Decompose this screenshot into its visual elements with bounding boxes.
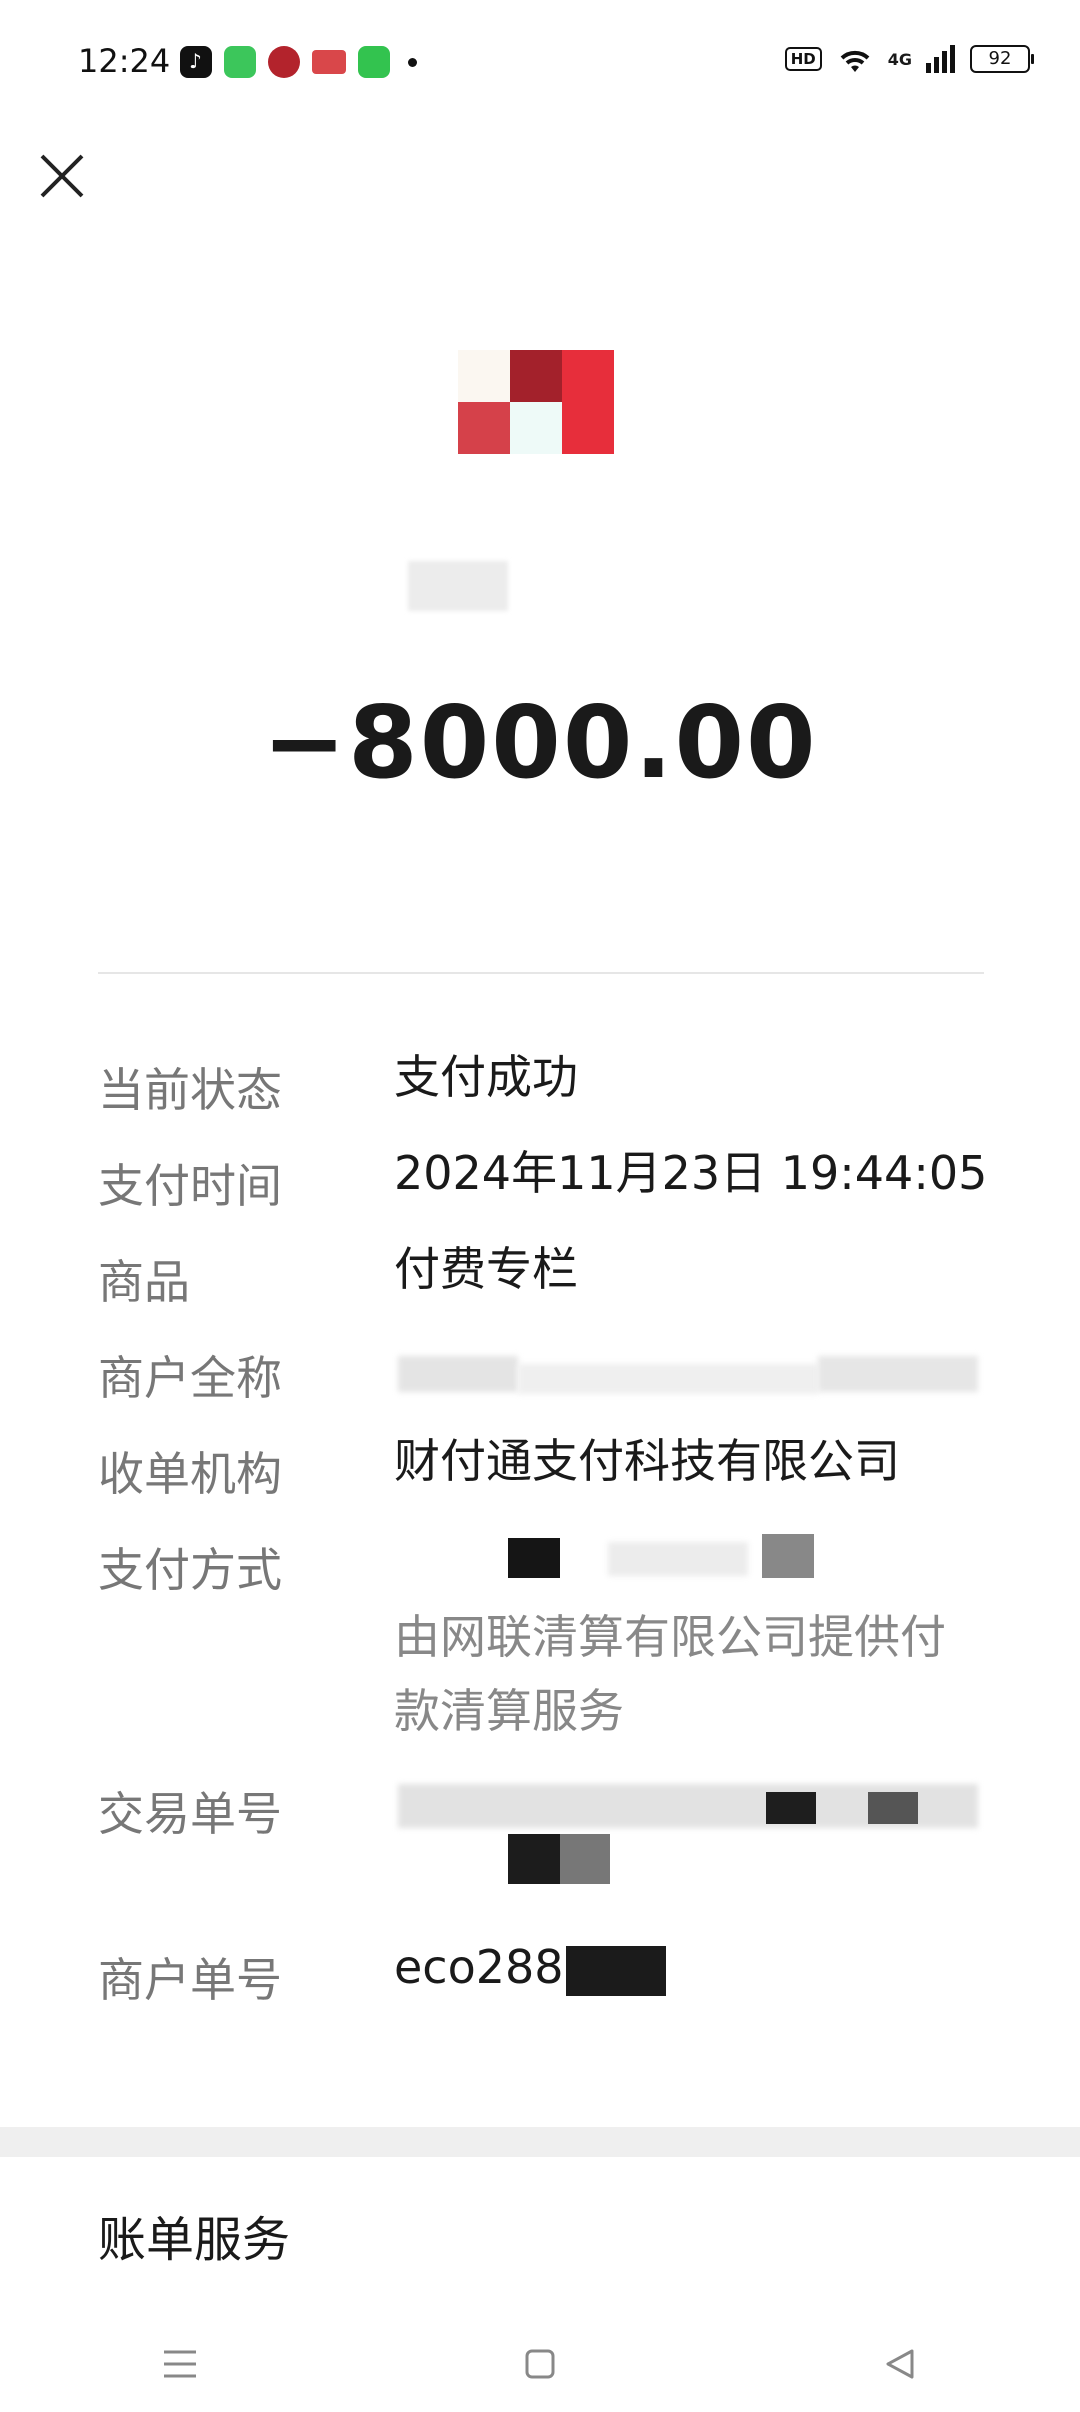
merchant-no-redacted <box>565 1945 666 1996</box>
close-icon <box>40 154 84 198</box>
more-notifications-dot <box>408 57 417 67</box>
divider <box>98 972 984 974</box>
bank-icon <box>268 46 300 78</box>
tiktok-icon: ♪ <box>180 46 212 78</box>
time-value: 2024年11月23日 19:44:05 <box>394 1146 988 1200</box>
back-triangle-icon <box>886 2349 914 2379</box>
close-button[interactable] <box>34 148 90 204</box>
merchant-name-redacted <box>408 561 508 611</box>
message-icon <box>358 46 390 78</box>
news-icon <box>312 50 346 74</box>
home-button[interactable] <box>510 2334 570 2394</box>
merchant-logo <box>458 350 614 460</box>
transaction-amount: −8000.00 <box>262 684 818 801</box>
bill-service-title[interactable]: 账单服务 <box>98 2200 290 2270</box>
merchant-label: 商户全称 <box>98 1351 282 1405</box>
merchant-no-visible: eco288 <box>394 1940 564 1994</box>
system-icons: HD 4G 92 <box>784 44 1034 74</box>
navigation-bar <box>0 2316 1080 2412</box>
status-value: 支付成功 <box>394 1050 578 1104</box>
goods-label: 商品 <box>98 1255 190 1309</box>
status-time: 12:24 <box>78 42 171 80</box>
detail-row-pay-method: 支付方式 由网联清算有限公司提供付款清算服务 <box>98 1534 984 1738</box>
pay-method-note: 由网联清算有限公司提供付款清算服务 <box>394 1610 946 1738</box>
wifi-icon <box>840 50 870 72</box>
menu-icon <box>164 2350 196 2378</box>
goods-value: 付费专栏 <box>394 1242 578 1296</box>
battery-icon: 92 <box>970 45 1034 73</box>
acquirer-value: 财付通支付科技有限公司 <box>394 1434 900 1488</box>
green-app-icon <box>224 46 256 78</box>
time-label: 支付时间 <box>98 1159 282 1213</box>
battery-level: 92 <box>988 48 1012 69</box>
network-type: 4G <box>887 49 912 69</box>
status-bar: 12:24 ♪ HD 4G 92 <box>0 0 1080 120</box>
detail-row-transaction-no: 交易单号 <box>98 1778 984 1898</box>
section-divider <box>0 2127 1080 2157</box>
merchant-no-value: eco288 <box>394 1930 994 2004</box>
menu-button[interactable] <box>150 2334 210 2394</box>
hd-icon: HD <box>784 47 822 71</box>
notification-icons: ♪ <box>180 46 417 78</box>
back-button[interactable] <box>870 2334 930 2394</box>
transaction-no-label: 交易单号 <box>98 1787 282 1841</box>
status-label: 当前状态 <box>98 1063 282 1117</box>
home-square-icon <box>525 2349 555 2379</box>
pay-method-label: 支付方式 <box>98 1543 282 1597</box>
merchant-no-label: 商户单号 <box>98 1953 282 2007</box>
acquirer-label: 收单机构 <box>98 1447 282 1501</box>
signal-icon <box>926 45 955 73</box>
detail-row-merchant: 商户全称 <box>98 1342 984 1405</box>
